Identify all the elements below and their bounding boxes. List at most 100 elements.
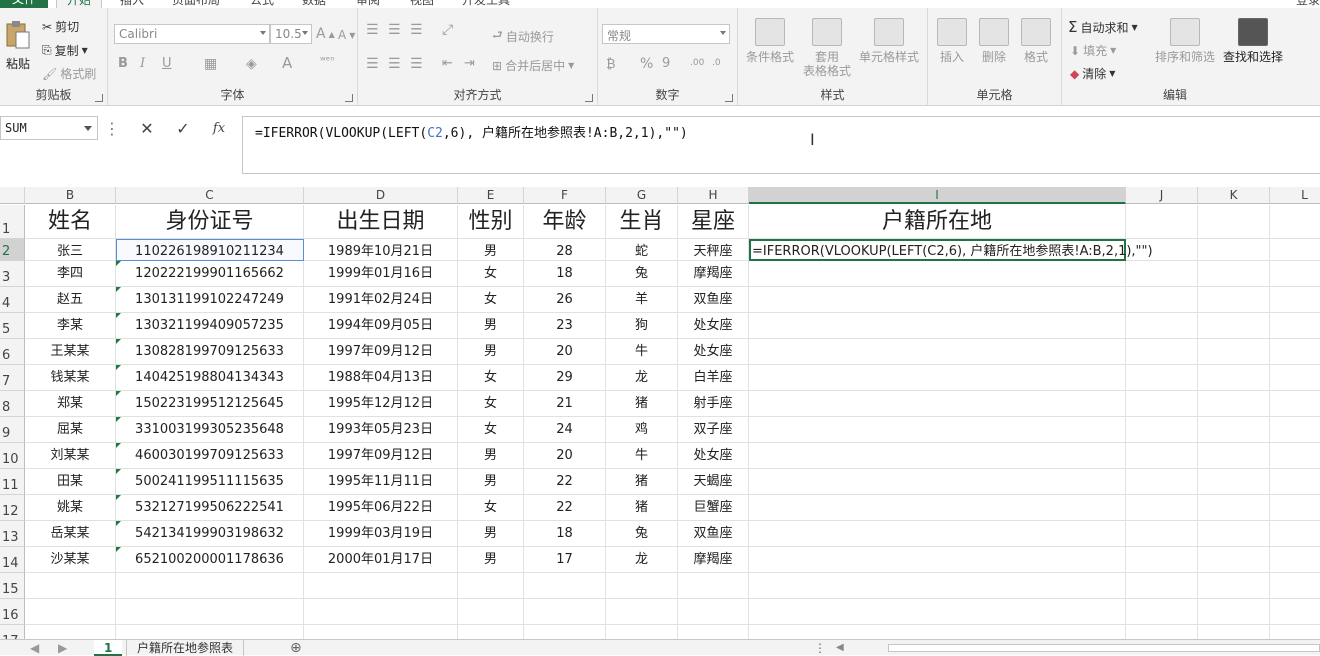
data-cell[interactable]: 532127199506222541 bbox=[116, 495, 304, 521]
grid-cell[interactable] bbox=[1198, 287, 1270, 313]
align-top-icon[interactable]: ☰ bbox=[366, 22, 379, 38]
grid-cell[interactable] bbox=[1198, 443, 1270, 469]
row-header-12[interactable]: 12 bbox=[0, 495, 25, 521]
data-cell[interactable]: 20 bbox=[524, 443, 606, 469]
scroll-left-icon[interactable]: ◀ bbox=[826, 640, 854, 656]
data-cell[interactable]: 542134199903198632 bbox=[116, 521, 304, 547]
shrink-font-button[interactable]: A ▼ bbox=[338, 28, 355, 42]
grid-cell[interactable] bbox=[458, 599, 524, 625]
font-color-button[interactable]: A bbox=[282, 54, 292, 72]
data-cell[interactable]: 500241199511115635 bbox=[116, 469, 304, 495]
data-cell[interactable]: 龙 bbox=[606, 547, 678, 573]
data-cell[interactable]: 处女座 bbox=[678, 443, 749, 469]
grid-cell[interactable] bbox=[1270, 365, 1320, 391]
increase-indent-icon[interactable]: ⇥ bbox=[464, 56, 475, 71]
header-cell[interactable]: 身份证号 bbox=[116, 205, 304, 239]
find-select-button[interactable]: 查找和选择 bbox=[1220, 18, 1286, 64]
data-cell[interactable]: 处女座 bbox=[678, 339, 749, 365]
spreadsheet-grid[interactable]: BCDEFGHIJKL1234567891011121314151617姓名身份… bbox=[0, 187, 1320, 639]
underline-button[interactable]: U bbox=[162, 56, 172, 71]
data-cell[interactable]: 21 bbox=[524, 391, 606, 417]
data-cell[interactable]: 刘某某 bbox=[25, 443, 116, 469]
number-launcher-icon[interactable] bbox=[725, 94, 733, 102]
next-sheet-icon[interactable]: ▶ bbox=[48, 640, 77, 656]
data-cell[interactable]: 处女座 bbox=[678, 313, 749, 339]
row-header-6[interactable]: 6 bbox=[0, 339, 25, 365]
column-header-G[interactable]: G bbox=[606, 187, 678, 204]
data-cell[interactable]: 17 bbox=[524, 547, 606, 573]
data-cell[interactable]: 1994年09月05日 bbox=[304, 313, 458, 339]
bold-button[interactable]: B bbox=[118, 56, 128, 71]
grid-cell[interactable] bbox=[1270, 443, 1320, 469]
column-header-I[interactable]: I bbox=[749, 187, 1126, 204]
row-header-11[interactable]: 11 bbox=[0, 469, 25, 495]
grid-cell[interactable] bbox=[749, 573, 1126, 599]
grid-cell[interactable] bbox=[678, 573, 749, 599]
header-cell[interactable]: 户籍所在地 bbox=[749, 205, 1126, 239]
grid-cell[interactable] bbox=[1198, 339, 1270, 365]
align-bottom-icon[interactable]: ☰ bbox=[410, 22, 423, 38]
grid-cell[interactable] bbox=[749, 261, 1126, 287]
column-header-L[interactable]: L bbox=[1270, 187, 1320, 204]
data-cell[interactable]: 龙 bbox=[606, 365, 678, 391]
grid-cell[interactable] bbox=[1270, 547, 1320, 573]
paste-button[interactable]: 粘贴 bbox=[3, 20, 33, 72]
data-cell[interactable]: 20 bbox=[524, 339, 606, 365]
copy-range-cell[interactable]: 110226198910211234 bbox=[116, 239, 304, 261]
grid-cell[interactable] bbox=[1270, 469, 1320, 495]
delete-cells-button[interactable]: 删除 bbox=[974, 18, 1014, 64]
grid-cell[interactable] bbox=[1126, 469, 1198, 495]
fill-color-icon[interactable]: ◈ bbox=[246, 56, 257, 72]
wrap-text-button[interactable]: ⮐ 自动换行 bbox=[492, 26, 554, 47]
data-cell[interactable]: 双鱼座 bbox=[678, 521, 749, 547]
data-cell[interactable]: 2000年01月17日 bbox=[304, 547, 458, 573]
clipboard-launcher-icon[interactable] bbox=[95, 94, 103, 102]
grid-cell[interactable] bbox=[1270, 287, 1320, 313]
data-cell[interactable]: 兔 bbox=[606, 261, 678, 287]
data-cell[interactable]: 18 bbox=[524, 261, 606, 287]
merge-center-button[interactable]: ⊞ 合并后居中 ▼ bbox=[492, 57, 574, 74]
currency-icon[interactable]: ₿ bbox=[606, 56, 616, 72]
data-cell[interactable]: 男 bbox=[458, 521, 524, 547]
grid-cell[interactable] bbox=[1270, 205, 1320, 239]
data-cell[interactable]: 女 bbox=[458, 261, 524, 287]
column-header-D[interactable]: D bbox=[304, 187, 458, 204]
grid-cell[interactable] bbox=[1198, 365, 1270, 391]
data-cell[interactable]: 李某 bbox=[25, 313, 116, 339]
data-cell[interactable]: 沙某某 bbox=[25, 547, 116, 573]
copy-button[interactable]: ⎘ 复制 ▼ bbox=[42, 42, 88, 59]
row-header-9[interactable]: 9 bbox=[0, 417, 25, 443]
data-cell[interactable]: 猪 bbox=[606, 469, 678, 495]
grid-cell[interactable] bbox=[1270, 417, 1320, 443]
select-all-corner[interactable] bbox=[0, 187, 25, 204]
grid-cell[interactable] bbox=[606, 573, 678, 599]
grid-cell[interactable] bbox=[1126, 547, 1198, 573]
grid-cell[interactable] bbox=[1126, 625, 1198, 639]
font-launcher-icon[interactable] bbox=[345, 94, 353, 102]
tab-developer[interactable]: 开发工具 bbox=[462, 0, 510, 8]
grid-cell[interactable] bbox=[678, 599, 749, 625]
grid-cell[interactable] bbox=[1198, 547, 1270, 573]
data-cell[interactable]: 1997年09月12日 bbox=[304, 443, 458, 469]
alignment-launcher-icon[interactable] bbox=[585, 94, 593, 102]
data-cell[interactable]: 男 bbox=[458, 339, 524, 365]
grid-cell[interactable] bbox=[749, 443, 1126, 469]
grid-cell[interactable] bbox=[524, 625, 606, 639]
data-cell[interactable]: 23 bbox=[524, 313, 606, 339]
grid-cell[interactable] bbox=[1270, 599, 1320, 625]
grid-cell[interactable] bbox=[1270, 339, 1320, 365]
grid-cell[interactable] bbox=[458, 625, 524, 639]
grid-cell[interactable] bbox=[1126, 339, 1198, 365]
data-cell[interactable]: 男 bbox=[458, 239, 524, 261]
grid-cell[interactable] bbox=[749, 495, 1126, 521]
row-header-16[interactable]: 16 bbox=[0, 599, 25, 625]
header-cell[interactable]: 出生日期 bbox=[304, 205, 458, 239]
grid-cell[interactable] bbox=[458, 573, 524, 599]
grid-cell[interactable] bbox=[1126, 391, 1198, 417]
data-cell[interactable]: 蛇 bbox=[606, 239, 678, 261]
row-header-4[interactable]: 4 bbox=[0, 287, 25, 313]
cell-styles-button[interactable]: 单元格样式 bbox=[858, 18, 920, 64]
grid-cell[interactable] bbox=[1270, 239, 1320, 261]
row-header-1[interactable]: 1 bbox=[0, 205, 25, 239]
sheet-tab-lookup[interactable]: 户籍所在地参照表 bbox=[126, 640, 245, 656]
